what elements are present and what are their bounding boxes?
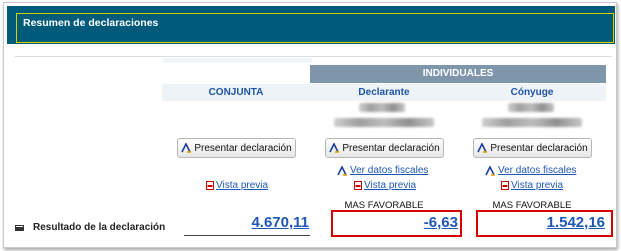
pdf-icon (501, 181, 509, 190)
ver-datos-fiscales-link-conyuge[interactable]: Ver datos fiscales (485, 165, 576, 176)
panel-header: Resumen de declaraciones (7, 6, 615, 44)
vista-previa-link-declarante[interactable]: Vista previa (354, 180, 416, 191)
resultado-amount-conyuge[interactable]: 1.542,16 (494, 214, 605, 231)
redacted-name-declarante (359, 103, 405, 112)
resultado-amount-declarante[interactable]: -6,63 (354, 214, 458, 231)
ver-datos-fiscales-link-declarante[interactable]: Ver datos fiscales (337, 165, 428, 176)
aeat-icon (181, 143, 192, 153)
presentar-declaracion-button-conyuge[interactable]: Presentar declaración (473, 138, 592, 158)
vista-previa-label: Vista previa (511, 180, 564, 191)
resultado-row-label: Resultado de la declaración (15, 222, 165, 233)
redacted-name-conyuge (508, 103, 554, 112)
declarations-panel: Resumen de declaraciones INDIVIDUALES CO… (3, 2, 617, 248)
redacted-id-declarante (334, 118, 434, 127)
vista-previa-label: Vista previa (364, 180, 417, 191)
resultado-label: Resultado de la declaración (33, 222, 166, 233)
vista-previa-label: Vista previa (216, 180, 269, 191)
column-band-conjunta (163, 58, 312, 63)
aeat-icon (485, 165, 495, 176)
divider (15, 56, 612, 57)
column-header-conyuge: Cónyuge (458, 84, 606, 101)
pdf-icon (354, 181, 362, 190)
redacted-id-conyuge (482, 118, 582, 127)
panel-title: Resumen de declaraciones (23, 17, 159, 29)
presentar-label: Presentar declaración (194, 142, 292, 154)
amount-rule-conjunta (184, 235, 310, 236)
aeat-icon (337, 165, 347, 176)
result-indicator-icon (15, 224, 24, 231)
pdf-icon (206, 181, 214, 190)
vista-previa-link-conyuge[interactable]: Vista previa (501, 180, 563, 191)
presentar-label: Presentar declaración (490, 142, 588, 154)
individuales-header: INDIVIDUALES (310, 65, 606, 83)
presentar-declaracion-button-declarante[interactable]: Presentar declaración (325, 138, 444, 158)
column-header-declarante: Declarante (310, 84, 458, 101)
aeat-icon (329, 143, 340, 153)
vista-previa-link-conjunta[interactable]: Vista previa (206, 180, 268, 191)
presentar-declaracion-button-conjunta[interactable]: Presentar declaración (177, 138, 296, 158)
presentar-label: Presentar declaración (342, 142, 440, 154)
aeat-icon (477, 143, 488, 153)
column-header-conjunta: CONJUNTA (162, 84, 310, 101)
ver-datos-fiscales-label: Ver datos fiscales (350, 165, 429, 176)
ver-datos-fiscales-label: Ver datos fiscales (498, 165, 577, 176)
resultado-amount-conjunta[interactable]: 4.670,11 (204, 214, 309, 231)
